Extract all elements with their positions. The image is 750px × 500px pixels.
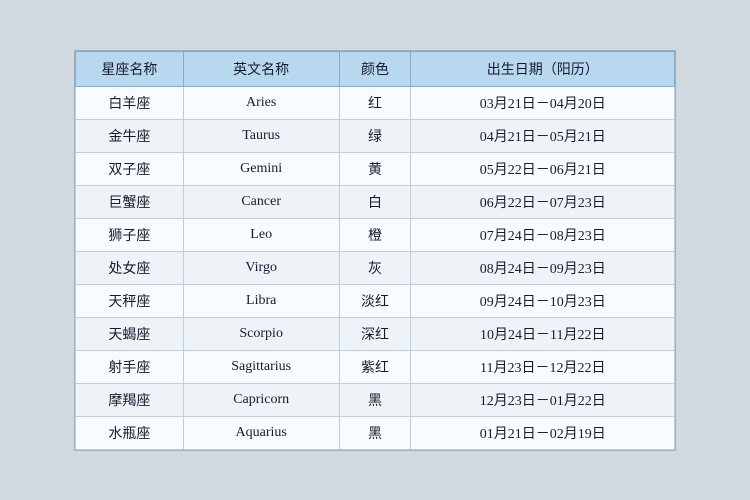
table-row: 白羊座Aries红03月21日－04月20日	[76, 86, 675, 119]
cell-date: 05月22日－06月21日	[411, 152, 675, 185]
table-row: 处女座Virgo灰08月24日－09月23日	[76, 251, 675, 284]
cell-color: 黑	[339, 416, 411, 449]
header-color: 颜色	[339, 51, 411, 86]
cell-zh: 白羊座	[76, 86, 184, 119]
cell-date: 01月21日－02月19日	[411, 416, 675, 449]
cell-date: 07月24日－08月23日	[411, 218, 675, 251]
cell-date: 10月24日－11月22日	[411, 317, 675, 350]
cell-zh: 水瓶座	[76, 416, 184, 449]
table-row: 水瓶座Aquarius黑01月21日－02月19日	[76, 416, 675, 449]
cell-date: 03月21日－04月20日	[411, 86, 675, 119]
cell-color: 白	[339, 185, 411, 218]
cell-color: 灰	[339, 251, 411, 284]
cell-date: 06月22日－07月23日	[411, 185, 675, 218]
cell-en: Leo	[183, 218, 339, 251]
header-date: 出生日期（阳历）	[411, 51, 675, 86]
table-row: 双子座Gemini黄05月22日－06月21日	[76, 152, 675, 185]
cell-color: 红	[339, 86, 411, 119]
cell-color: 淡红	[339, 284, 411, 317]
table-row: 金牛座Taurus绿04月21日－05月21日	[76, 119, 675, 152]
cell-color: 黑	[339, 383, 411, 416]
cell-color: 绿	[339, 119, 411, 152]
zodiac-table-container: 星座名称 英文名称 颜色 出生日期（阳历） 白羊座Aries红03月21日－04…	[74, 50, 676, 451]
cell-zh: 天秤座	[76, 284, 184, 317]
header-en: 英文名称	[183, 51, 339, 86]
cell-date: 04月21日－05月21日	[411, 119, 675, 152]
cell-color: 黄	[339, 152, 411, 185]
cell-zh: 处女座	[76, 251, 184, 284]
header-zh: 星座名称	[76, 51, 184, 86]
table-header-row: 星座名称 英文名称 颜色 出生日期（阳历）	[76, 51, 675, 86]
cell-en: Libra	[183, 284, 339, 317]
cell-en: Capricorn	[183, 383, 339, 416]
cell-date: 11月23日－12月22日	[411, 350, 675, 383]
cell-zh: 天蝎座	[76, 317, 184, 350]
cell-zh: 双子座	[76, 152, 184, 185]
cell-en: Gemini	[183, 152, 339, 185]
cell-zh: 射手座	[76, 350, 184, 383]
table-row: 狮子座Leo橙07月24日－08月23日	[76, 218, 675, 251]
cell-color: 紫红	[339, 350, 411, 383]
cell-zh: 巨蟹座	[76, 185, 184, 218]
table-row: 射手座Sagittarius紫红11月23日－12月22日	[76, 350, 675, 383]
table-row: 巨蟹座Cancer白06月22日－07月23日	[76, 185, 675, 218]
cell-date: 12月23日－01月22日	[411, 383, 675, 416]
cell-en: Sagittarius	[183, 350, 339, 383]
cell-en: Cancer	[183, 185, 339, 218]
table-row: 摩羯座Capricorn黑12月23日－01月22日	[76, 383, 675, 416]
cell-date: 08月24日－09月23日	[411, 251, 675, 284]
table-row: 天秤座Libra淡红09月24日－10月23日	[76, 284, 675, 317]
cell-en: Taurus	[183, 119, 339, 152]
cell-zh: 金牛座	[76, 119, 184, 152]
cell-zh: 狮子座	[76, 218, 184, 251]
cell-en: Aquarius	[183, 416, 339, 449]
cell-zh: 摩羯座	[76, 383, 184, 416]
cell-color: 橙	[339, 218, 411, 251]
cell-en: Scorpio	[183, 317, 339, 350]
cell-en: Aries	[183, 86, 339, 119]
cell-date: 09月24日－10月23日	[411, 284, 675, 317]
table-row: 天蝎座Scorpio深红10月24日－11月22日	[76, 317, 675, 350]
zodiac-table: 星座名称 英文名称 颜色 出生日期（阳历） 白羊座Aries红03月21日－04…	[75, 51, 675, 450]
cell-color: 深红	[339, 317, 411, 350]
cell-en: Virgo	[183, 251, 339, 284]
